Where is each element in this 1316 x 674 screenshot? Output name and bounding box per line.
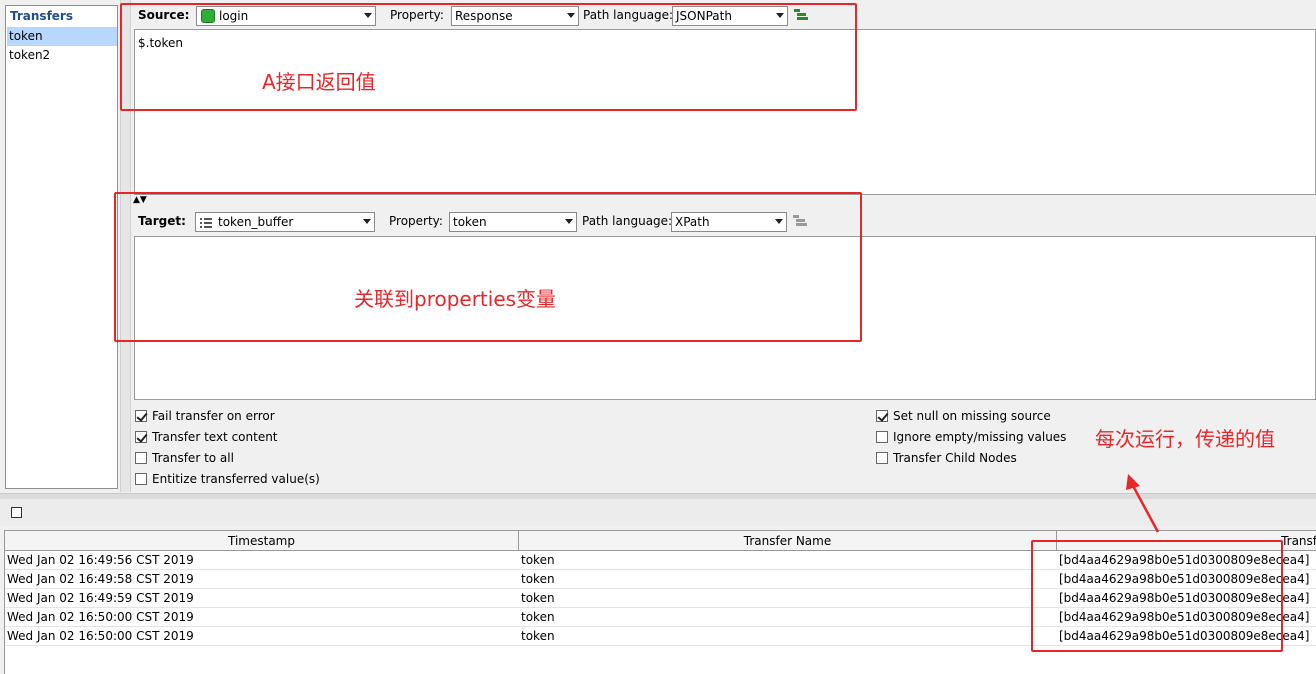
target-annotation-text: 关联到properties变量 [354,287,557,311]
cell-timestamp: Wed Jan 02 16:49:58 CST 2019 [7,572,194,586]
column-timestamp[interactable]: Timestamp [5,531,519,551]
checkbox-box[interactable] [135,473,147,485]
cell-transfer-name: token [521,610,555,624]
checkbox-box[interactable] [876,431,888,443]
cell-transfer-name: token [521,629,555,643]
checkbox-box[interactable] [876,410,888,422]
transfer-item-token[interactable]: token [7,27,117,46]
cell-transfer-name: token [521,572,555,586]
cell-timestamp: Wed Jan 02 16:49:59 CST 2019 [7,591,194,605]
value-annotation-box [1031,540,1283,652]
transfers-title: Transfers [10,9,73,23]
log-toolbar [0,499,1316,526]
cell-transfer-name: token [521,553,555,567]
checkbox-box[interactable] [135,410,147,422]
transfers-list: token token2 [7,27,117,65]
checkbox-box[interactable] [876,452,888,464]
source-annotation-box [120,3,857,111]
target-annotation-box [114,192,862,342]
value-annotation-text: 每次运行，传递的值 [1095,427,1275,451]
checkbox-box[interactable] [135,452,147,464]
transfer-item-token2[interactable]: token2 [7,46,117,65]
cell-timestamp: Wed Jan 02 16:50:00 CST 2019 [7,629,194,643]
column-transfer-name[interactable]: Transfer Name [519,531,1057,551]
transfers-panel: Transfers token token2 [5,5,118,489]
cell-timestamp: Wed Jan 02 16:50:00 CST 2019 [7,610,194,624]
checkbox-box[interactable] [135,431,147,443]
source-annotation-text: A接口返回值 [262,70,376,94]
cell-transfer-name: token [521,591,555,605]
annotation-arrow-icon [1126,474,1160,533]
cell-timestamp: Wed Jan 02 16:49:56 CST 2019 [7,553,194,567]
log-toggle-icon[interactable] [11,507,22,518]
